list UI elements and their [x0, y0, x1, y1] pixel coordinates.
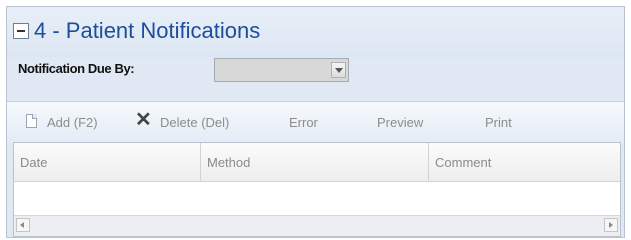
error-button[interactable]: Error	[289, 115, 318, 130]
column-header-method[interactable]: Method	[201, 143, 429, 181]
scroll-left-icon[interactable]	[16, 218, 30, 232]
print-button[interactable]: Print	[485, 115, 512, 130]
notification-due-label: Notification Due By:	[18, 61, 135, 76]
scroll-right-icon[interactable]	[604, 218, 618, 232]
notification-due-select[interactable]	[214, 58, 349, 82]
preview-button[interactable]: Preview	[377, 115, 423, 130]
column-header-date[interactable]: Date	[14, 143, 201, 181]
grid-header: Date Method Comment	[14, 143, 620, 182]
collapse-button[interactable]	[13, 23, 29, 39]
toolbar: Add (F2) ✕ Delete (Del) Error Preview Pr…	[7, 101, 624, 144]
column-header-comment[interactable]: Comment	[429, 143, 620, 181]
patient-notifications-panel: 4 - Patient Notifications Notification D…	[6, 6, 625, 238]
section-title: 4 - Patient Notifications	[34, 18, 261, 43]
delete-button[interactable]: Delete (Del)	[160, 115, 229, 130]
notifications-grid: Date Method Comment	[13, 142, 621, 237]
delete-icon: ✕	[135, 109, 152, 131]
horizontal-scrollbar[interactable]	[14, 215, 620, 236]
chevron-down-icon[interactable]	[331, 62, 346, 78]
new-document-icon	[26, 114, 37, 128]
add-button[interactable]: Add (F2)	[47, 115, 98, 130]
section-header: 4 - Patient Notifications	[7, 7, 624, 57]
